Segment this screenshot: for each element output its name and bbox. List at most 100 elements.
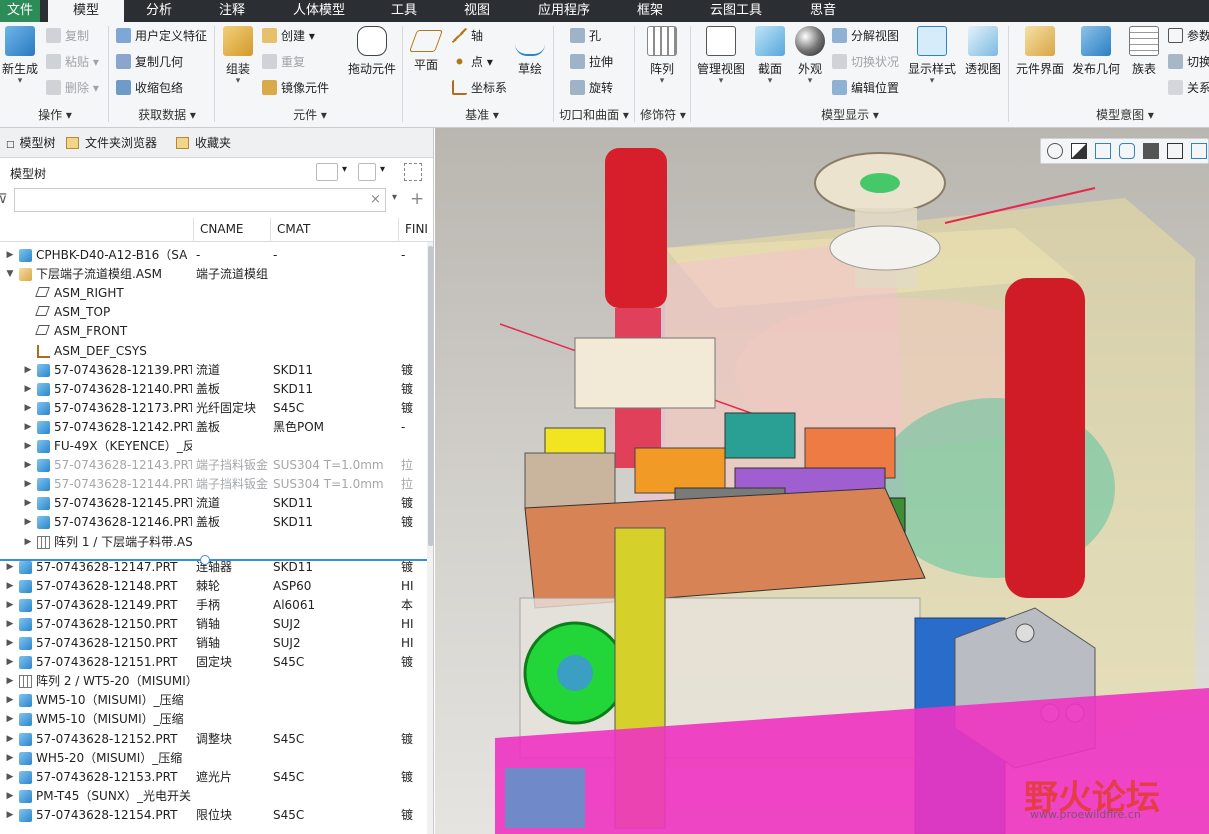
expand-arrow-icon[interactable]: ▶ — [22, 399, 34, 418]
expand-arrow-icon[interactable]: ▶ — [22, 437, 34, 456]
extrude-button[interactable]: 拉伸 — [570, 52, 613, 72]
publish-geometry-button[interactable]: 发布几何 — [1070, 26, 1122, 77]
tree-row[interactable]: ASM_DEF_CSYS — [0, 342, 428, 361]
expand-arrow-icon[interactable]: ▶ — [4, 730, 16, 749]
expand-arrow-icon[interactable]: ▶ — [4, 577, 16, 596]
menu-tab-manikin[interactable]: 人体模型 — [282, 0, 356, 22]
chevron-down-icon[interactable]: ▾ — [392, 192, 397, 203]
column-separator[interactable] — [193, 218, 194, 242]
menu-tab-framework[interactable]: 框架 — [626, 0, 674, 22]
group-label-get-data[interactable]: 获取数据 ▾ — [122, 106, 212, 123]
expand-arrow-icon[interactable]: ▶ — [4, 653, 16, 672]
tree-row[interactable]: ▶ WM5-10（MISUMI）_压缩 — [0, 691, 428, 710]
tree-row[interactable]: ▶ PM-T45（SUNX）_光电开关 — [0, 787, 428, 806]
tree-row[interactable]: ▶ 阵列 1 / 下层端子料带.ASM — [0, 533, 428, 552]
family-table-button[interactable]: 族表 — [1126, 26, 1162, 77]
menu-tab-file[interactable]: 文件 — [0, 0, 40, 22]
tab-favorites[interactable]: 收藏夹 — [176, 134, 231, 152]
point-button[interactable]: 点 ▾ — [452, 52, 493, 72]
expand-arrow-icon[interactable]: ▶ — [22, 494, 34, 513]
tree-row[interactable]: ▶ 57-0743628-12150.PRT 销轴 SUJ2 HI — [0, 615, 428, 634]
revolve-button[interactable]: 旋转 — [570, 78, 613, 98]
regenerate-button[interactable]: 新生成 ▾ — [0, 26, 40, 86]
tree-split-line[interactable] — [0, 559, 428, 561]
create-button[interactable]: 创建 ▾ — [262, 26, 315, 46]
expand-arrow-icon[interactable]: ▶ — [4, 691, 16, 710]
tree-row[interactable]: ▶ 57-0743628-12150.PRT 销轴 SUJ2 HI — [0, 634, 428, 653]
filter-funnel-icon[interactable]: ⊽ — [0, 192, 8, 207]
tree-row[interactable]: ▶ 57-0743628-12154.PRT 限位块 S45C 镀 — [0, 806, 428, 825]
view-manager-icon[interactable] — [1191, 143, 1207, 159]
group-label-datum[interactable]: 基准 ▾ — [452, 106, 512, 123]
group-label-model-intent[interactable]: 模型意图 ▾ — [1080, 106, 1170, 123]
tree-row[interactable]: ▶ WH5-20（MISUMI）_压缩 — [0, 749, 428, 768]
tree-search-input[interactable] — [14, 188, 386, 212]
tree-row[interactable]: ASM_FRONT — [0, 322, 428, 341]
expand-arrow-icon[interactable]: ▶ — [4, 246, 16, 265]
tree-row[interactable]: ▶ 57-0743628-12149.PRT 手柄 Al6061 本 — [0, 596, 428, 615]
scrollbar-thumb[interactable] — [428, 246, 433, 546]
relations-button[interactable]: 关系 — [1168, 78, 1209, 98]
paste-button[interactable]: 粘贴 ▾ — [46, 52, 99, 72]
tree-row[interactable]: ASM_TOP — [0, 303, 428, 322]
menu-tab-annotate[interactable]: 注释 — [206, 0, 258, 22]
tree-row[interactable]: ▶ 57-0743628-12148.PRT 棘轮 ASP60 HI — [0, 577, 428, 596]
expand-arrow-icon[interactable]: ▶ — [4, 596, 16, 615]
appearance-button[interactable]: 外观 ▾ — [794, 26, 826, 86]
tree-row[interactable]: ▶ 57-0743628-12142.PRT 盖板 黑色POM - — [0, 418, 428, 437]
menu-tab-applications[interactable]: 应用程序 — [530, 0, 598, 22]
expand-arrow-icon[interactable]: ▶ — [22, 380, 34, 399]
udf-button[interactable]: 用户定义特征 — [116, 26, 207, 46]
sketch-button[interactable]: 草绘 — [512, 26, 548, 77]
pattern-button[interactable]: 阵列 ▾ — [642, 26, 682, 86]
expand-arrow-icon[interactable]: ▶ — [4, 749, 16, 768]
tree-row[interactable]: ▶ 57-0743628-12140.PRT 盖板 SKD11 镀 — [0, 380, 428, 399]
zoom-in-icon[interactable] — [1071, 143, 1087, 159]
hole-button[interactable]: 孔 — [570, 26, 601, 46]
tree-show-icon[interactable] — [358, 163, 376, 181]
switch-button[interactable]: 切换 — [1168, 52, 1209, 72]
tree-row[interactable]: ▶ 57-0743628-12153.PRT 遮光片 S45C 镀 — [0, 768, 428, 787]
expand-arrow-icon[interactable]: ▶ — [4, 710, 16, 729]
display-style-button[interactable]: 显示样式 ▾ — [906, 26, 958, 86]
edit-position-button[interactable]: 编辑位置 — [832, 78, 899, 98]
tab-folder-browser[interactable]: 文件夹浏览器 — [66, 134, 157, 152]
saved-views-icon[interactable] — [1143, 143, 1159, 159]
tree-settings-icon[interactable] — [316, 163, 338, 181]
tree-row[interactable]: ▶ 57-0743628-12146.PRT 盖板 SKD11 镀 — [0, 513, 428, 532]
expand-arrow-icon[interactable]: ▶ — [22, 418, 34, 437]
tree-row[interactable]: ▶ 57-0743628-12143.PRT 端子挡料钣金 SUS304 T=1.0m… — [0, 456, 428, 475]
column-cmat[interactable]: CMAT — [277, 222, 310, 236]
clear-icon[interactable]: × — [370, 192, 381, 207]
copy-button[interactable]: 复制 — [46, 26, 89, 46]
manage-views-button[interactable]: 管理视图 ▾ — [696, 26, 746, 86]
group-label-cut-surface[interactable]: 切口和曲面 ▾ — [556, 106, 632, 123]
expand-arrow-icon[interactable]: ▶ — [22, 456, 34, 475]
tree-row[interactable]: ▶ 57-0743628-12151.PRT 固定块 S45C 镀 — [0, 653, 428, 672]
tree-row[interactable]: ▶ 57-0743628-12144.PRT 端子挡料钣金 SUS304 T=1.0m… — [0, 475, 428, 494]
expand-arrow-icon[interactable]: ▶ — [4, 672, 16, 691]
perspective-button[interactable]: 透视图 — [962, 26, 1004, 77]
expand-arrow-icon[interactable]: ▶ — [22, 513, 34, 532]
chevron-down-icon[interactable]: ▾ — [342, 164, 347, 175]
component-interface-button[interactable]: 元件界面 — [1012, 26, 1068, 77]
expand-arrow-icon[interactable]: ▶ — [4, 768, 16, 787]
tree-row[interactable]: ▶ 57-0743628-12152.PRT 调整块 S45C 镀 — [0, 730, 428, 749]
copy-geometry-button[interactable]: 复制几何 — [116, 52, 183, 72]
expand-arrow-icon[interactable]: ▶ — [4, 787, 16, 806]
expand-arrow-icon[interactable]: ▶ — [4, 806, 16, 825]
column-separator[interactable] — [398, 218, 399, 242]
drag-component-button[interactable]: 拖动元件 — [346, 26, 398, 77]
explode-view-button[interactable]: 分解视图 — [832, 26, 899, 46]
tree-row[interactable]: ▶ WM5-10（MISUMI）_压缩 — [0, 710, 428, 729]
section-button[interactable]: 截面 ▾ — [754, 26, 786, 86]
assemble-button[interactable]: 组装 ▾ — [220, 26, 256, 86]
add-icon[interactable]: + — [410, 189, 424, 209]
menu-tab-tools[interactable]: 工具 — [380, 0, 428, 22]
menu-tab-cloud-tools[interactable]: 云图工具 — [700, 0, 772, 22]
refit-icon[interactable] — [1095, 143, 1111, 159]
shrinkwrap-button[interactable]: 收缩包络 — [116, 78, 183, 98]
tree-filter-grid-icon[interactable] — [404, 163, 422, 181]
parameters-button[interactable]: 参数 — [1168, 26, 1209, 46]
group-label-component[interactable]: 元件 ▾ — [270, 106, 350, 123]
